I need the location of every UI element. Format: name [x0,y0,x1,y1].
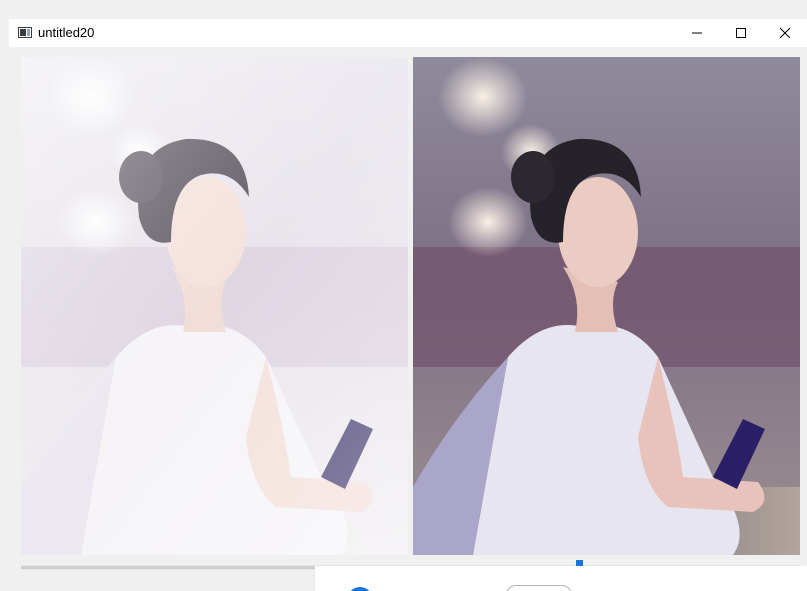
app-window: untitled20 [0,0,807,591]
processed-image [21,57,408,555]
app-window-icon [18,27,32,38]
close-icon [780,28,790,38]
maximize-icon [736,28,746,38]
original-image [413,57,800,555]
globe-icon [350,587,370,591]
minimize-icon [692,32,702,34]
title-bar[interactable]: untitled20 [9,19,807,47]
pill-button[interactable] [506,585,572,591]
close-button[interactable] [763,19,807,47]
maximize-button[interactable] [719,19,763,47]
window-title: untitled20 [38,25,95,40]
scrollbar-thumb[interactable] [21,566,321,569]
minimize-button[interactable] [675,19,719,47]
